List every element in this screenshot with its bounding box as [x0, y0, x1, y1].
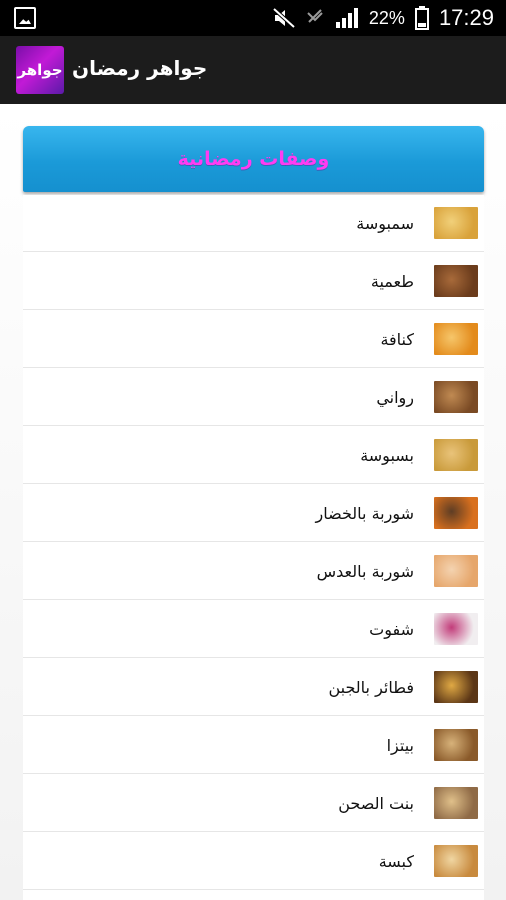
- recipe-thumbnail: [434, 787, 478, 819]
- section-title: وصفات رمضانية: [177, 148, 330, 170]
- list-item-label: شوربة بالعدس: [316, 561, 414, 581]
- list-item-label: بيتزا: [386, 735, 414, 755]
- recipe-list[interactable]: سمبوسة طعمية كنافة رواني بسبوسة شوربة بالخضار…: [23, 195, 484, 900]
- list-item-label: طعمية: [370, 271, 414, 291]
- list-item[interactable]: شوربة بالخضار: [23, 485, 484, 542]
- recipe-thumbnail: [434, 207, 478, 239]
- list-item-label: كبسة: [378, 851, 414, 871]
- section-header: وصفات رمضانية: [23, 126, 484, 192]
- list-item-label: بسبوسة: [360, 445, 414, 465]
- status-bar: 22% 17:29: [0, 0, 506, 36]
- recipe-thumbnail: [434, 729, 478, 761]
- signal-icon: [335, 7, 359, 29]
- image-icon: [14, 7, 36, 29]
- app-logo-icon[interactable]: جواهر: [16, 46, 64, 94]
- action-bar: جواهر جواهر رمضان: [0, 36, 506, 106]
- no-signal-icon: [305, 8, 325, 28]
- recipe-thumbnail: [434, 671, 478, 703]
- list-item-label: كنافة: [380, 329, 414, 349]
- list-item-label: رواني: [376, 387, 414, 407]
- recipe-thumbnail: [434, 323, 478, 355]
- list-item[interactable]: رواني: [23, 369, 484, 426]
- clock: 17:29: [438, 5, 494, 30]
- list-item-label: بنت الصحن: [338, 793, 414, 813]
- list-item[interactable]: كنافة: [23, 311, 484, 368]
- list-item[interactable]: سمبوسة: [23, 195, 484, 252]
- battery-percentage: 22%: [368, 7, 405, 28]
- list-item-label: شفوت: [369, 619, 414, 639]
- list-item[interactable]: بيتزا: [23, 717, 484, 774]
- recipe-thumbnail: [434, 845, 478, 877]
- recipe-thumbnail: [434, 265, 478, 297]
- recipe-thumbnail: [434, 381, 478, 413]
- app-title: جواهر رمضان: [72, 56, 208, 80]
- mute-icon: [272, 8, 295, 28]
- list-item-label: فطائر بالجبن: [328, 677, 414, 697]
- list-item[interactable]: بسبوسة: [23, 427, 484, 484]
- list-item-label: شوربة بالخضار: [315, 503, 414, 523]
- recipe-thumbnail: [434, 497, 478, 529]
- battery-icon: [414, 6, 429, 30]
- content-area: وصفات رمضانية سمبوسة طعمية كنافة رواني بسبوس…: [0, 104, 506, 900]
- list-item[interactable]: كبسة: [23, 833, 484, 890]
- status-icons: 22% 17:29: [272, 0, 494, 36]
- recipe-thumbnail: [434, 613, 478, 645]
- recipe-thumbnail: [434, 439, 478, 471]
- list-item[interactable]: طعمية: [23, 253, 484, 310]
- list-item[interactable]: شوربة بالعدس: [23, 543, 484, 600]
- list-item[interactable]: بنت الصحن: [23, 775, 484, 832]
- list-item-label: سمبوسة: [356, 213, 414, 233]
- list-item[interactable]: فطائر بالجبن: [23, 659, 484, 716]
- app-logo-text: جواهر: [17, 61, 63, 79]
- recipe-thumbnail: [434, 555, 478, 587]
- list-item[interactable]: شفوت: [23, 601, 484, 658]
